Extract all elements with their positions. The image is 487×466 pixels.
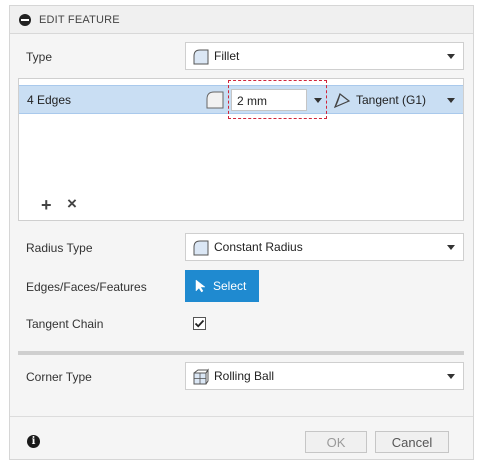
rolling-ball-icon — [193, 368, 209, 385]
edges-count-label: 4 Edges — [27, 93, 72, 107]
collapse-icon[interactable] — [19, 13, 31, 26]
constant-radius-icon — [193, 240, 209, 256]
radius-input[interactable]: 2 mm — [231, 89, 307, 111]
section-divider — [18, 351, 464, 355]
chevron-down-icon — [447, 54, 455, 59]
dialog-footer: i OK Cancel — [10, 416, 473, 459]
select-button[interactable]: Select — [185, 270, 259, 302]
radius-value: 2 mm — [237, 94, 267, 108]
radius-type-value: Constant Radius — [214, 240, 303, 254]
chevron-down-icon — [447, 374, 455, 379]
add-icon[interactable]: + — [41, 195, 52, 216]
select-button-label: Select — [213, 279, 247, 293]
corner-type-dropdown[interactable]: Rolling Ball — [185, 362, 464, 390]
continuity-chevron-down-icon[interactable] — [447, 98, 455, 103]
type-value: Fillet — [214, 49, 240, 63]
corner-type-value: Rolling Ball — [214, 369, 275, 383]
corner-type-label: Corner Type — [26, 370, 92, 384]
chevron-down-icon — [447, 245, 455, 250]
radius-chevron-down-icon[interactable] — [314, 98, 322, 103]
radius-fillet-icon — [206, 91, 224, 109]
edges-row-selected[interactable]: 4 Edges 2 mm Tangent (G1) — [19, 80, 463, 119]
fillet-icon — [193, 49, 209, 65]
dialog-title: EDIT FEATURE — [39, 13, 120, 26]
continuity-value[interactable]: Tangent (G1) — [356, 93, 426, 107]
dialog-titlebar[interactable]: EDIT FEATURE — [10, 6, 473, 34]
tangent-continuity-icon — [333, 93, 351, 109]
type-dropdown[interactable]: Fillet — [185, 42, 464, 70]
cancel-button[interactable]: Cancel — [375, 431, 449, 453]
remove-icon[interactable]: × — [67, 194, 77, 214]
info-icon[interactable]: i — [27, 435, 40, 448]
edit-feature-dialog: EDIT FEATURE Type Fillet 4 Edges 2 mm Ta… — [9, 5, 474, 460]
ok-button[interactable]: OK — [305, 431, 367, 453]
tangent-chain-label: Tangent Chain — [26, 317, 104, 331]
cursor-arrow-icon — [195, 279, 206, 293]
tangent-chain-checkbox[interactable] — [193, 317, 206, 330]
type-label: Type — [26, 50, 53, 64]
checkmark-icon — [194, 319, 205, 328]
radius-type-dropdown[interactable]: Constant Radius — [185, 233, 464, 261]
edges-list: 4 Edges 2 mm Tangent (G1) + × — [18, 78, 464, 221]
selection-label: Edges/Faces/Features — [26, 280, 147, 294]
radius-type-label: Radius Type — [26, 241, 93, 255]
